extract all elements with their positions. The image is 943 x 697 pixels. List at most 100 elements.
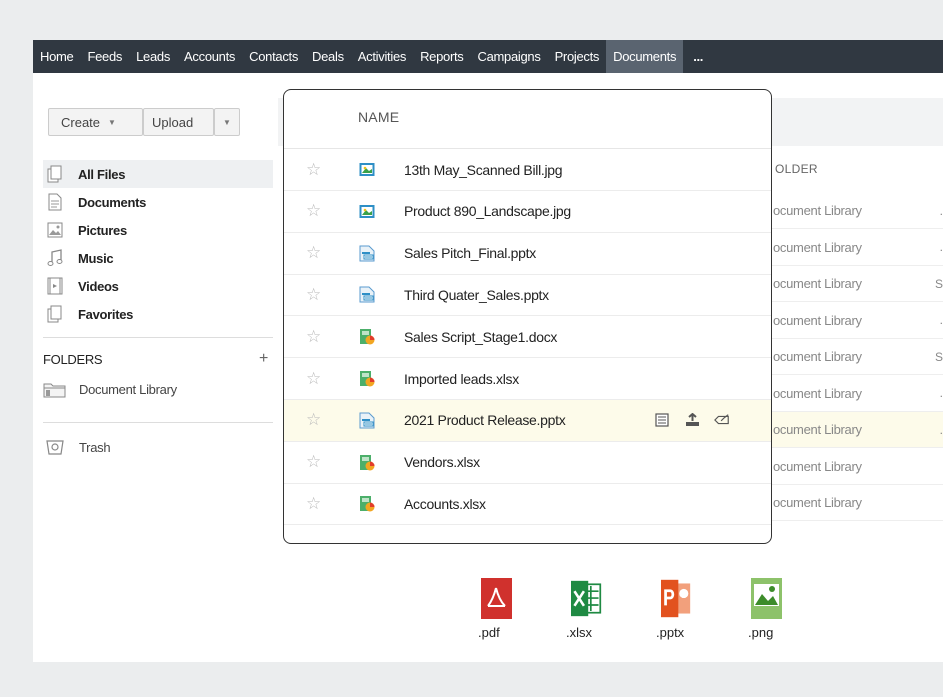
nav-item-documents[interactable]: Documents (606, 40, 684, 73)
upload-label: Upload (152, 114, 194, 130)
supported-file-types: .pdf .xlsx .pptx .png (478, 578, 838, 658)
file-row[interactable]: ☆ Product 890_Landscape.jpg (284, 191, 771, 233)
folder-cell: ocument Library (773, 422, 862, 437)
folder-icon (43, 383, 66, 398)
nav-item-accounts[interactable]: Accounts (177, 40, 242, 73)
file-list-card: NAME ☆ 13th May_Scanned Bill.jpg ☆ Product … (283, 89, 772, 544)
nav-item-leads[interactable]: Leads (129, 40, 177, 73)
create-label: Create (61, 114, 101, 130)
name-column-header[interactable]: NAME (358, 109, 399, 125)
sidebar-item-label: Music (78, 250, 114, 266)
file-row[interactable]: ☆ Sales Script_Stage1.docx (284, 316, 771, 359)
star-icon[interactable]: ☆ (306, 243, 321, 263)
sidebar-item-label: Pictures (78, 222, 127, 238)
sidebar-item-label: Documents (78, 194, 147, 210)
document-icon (46, 193, 64, 211)
sidebar-item-all-files[interactable]: All Files (43, 160, 273, 188)
star-icon[interactable]: ☆ (306, 452, 321, 472)
file-type-png: .png (748, 578, 838, 658)
trailing-cell: S (934, 349, 943, 364)
folder-cell: ocument Library (773, 276, 862, 291)
upload-menu-button[interactable]: ▼ (214, 108, 240, 136)
folder-cell: ocument Library (773, 239, 862, 255)
folder-cell: ocument Library (773, 203, 862, 218)
nav-item-feeds[interactable]: Feeds (80, 40, 129, 73)
sidebar-item-music[interactable]: Music (43, 244, 273, 272)
spreadsheet-file-icon (359, 370, 375, 387)
sidebar-item-label: Favorites (78, 306, 134, 322)
sidebar-item-videos[interactable]: Videos (43, 272, 273, 300)
favorites-icon (46, 305, 64, 323)
sidebar-item-pictures[interactable]: Pictures (43, 216, 273, 244)
sidebar-item-documents[interactable]: Documents (43, 188, 273, 216)
trailing-cell: . (939, 422, 943, 437)
trash-icon (46, 440, 64, 455)
star-icon[interactable]: ☆ (306, 201, 321, 221)
details-icon[interactable] (654, 412, 670, 428)
nav-item-activities[interactable]: Activities (351, 40, 413, 73)
folders-label: FOLDERS (43, 352, 103, 367)
file-row[interactable]: ☆ 2021 Product Release.pptx (284, 399, 771, 442)
file-extension-label: .pptx (656, 625, 685, 640)
trailing-cell: . (939, 313, 943, 327)
top-navigation: Home Feeds Leads Accounts Contacts Deals Activ… (33, 40, 943, 73)
file-name[interactable]: Sales Pitch_Final.pptx (404, 245, 536, 261)
file-name[interactable]: Product 890_Landscape.jpg (404, 203, 571, 219)
share-icon[interactable] (684, 412, 700, 428)
spreadsheet-file-icon (359, 495, 375, 512)
star-icon[interactable]: ☆ (306, 369, 321, 389)
presentation-file-icon (359, 412, 375, 429)
file-type-pptx: .pptx (656, 578, 748, 658)
file-row[interactable]: ☆ Imported leads.xlsx (284, 358, 771, 400)
star-icon[interactable]: ☆ (306, 160, 321, 180)
folders-header: FOLDERS + (43, 351, 268, 368)
tag-icon[interactable] (714, 412, 730, 428)
nav-item-contacts[interactable]: Contacts (242, 40, 305, 73)
sidebar-item-trash[interactable]: Trash (43, 438, 111, 456)
file-list-header: NAME (284, 90, 771, 149)
file-name[interactable]: Accounts.xlsx (404, 496, 486, 512)
star-icon[interactable]: ☆ (306, 494, 321, 514)
row-actions (654, 412, 730, 428)
powerpoint-icon (661, 578, 692, 619)
spreadsheet-file-icon (359, 454, 375, 471)
chevron-down-icon: ▼ (223, 117, 231, 127)
chevron-down-icon: ▼ (108, 117, 116, 127)
trailing-cell: S (934, 276, 943, 291)
add-folder-button[interactable]: + (259, 351, 268, 367)
file-name[interactable]: Sales Script_Stage1.docx (404, 329, 557, 345)
nav-item-more[interactable]: ... (683, 40, 710, 73)
nav-item-campaigns[interactable]: Campaigns (471, 40, 548, 73)
sidebar-item-favorites[interactable]: Favorites (43, 300, 273, 328)
excel-icon (571, 578, 602, 619)
file-name[interactable]: Imported leads.xlsx (404, 371, 519, 387)
file-extension-label: .pdf (478, 625, 500, 640)
file-row[interactable]: ☆ 13th May_Scanned Bill.jpg (284, 149, 771, 191)
sidebar-item-document-library[interactable]: Document Library (43, 380, 177, 398)
file-row[interactable]: ☆ Vendors.xlsx (284, 442, 771, 484)
upload-button[interactable]: Upload (143, 108, 214, 136)
star-icon[interactable]: ☆ (306, 285, 321, 305)
nav-item-projects[interactable]: Projects (548, 40, 607, 73)
star-icon[interactable]: ☆ (306, 410, 321, 430)
nav-item-home[interactable]: Home (33, 40, 80, 73)
file-extension-label: .png (748, 625, 774, 640)
sidebar-item-label: Videos (78, 278, 119, 294)
folder-cell: ocument Library (773, 312, 862, 328)
trailing-cell: . (939, 386, 943, 400)
folder-cell: ocument Library (773, 495, 862, 510)
file-name[interactable]: Third Quater_Sales.pptx (404, 287, 549, 303)
nav-item-reports[interactable]: Reports (413, 40, 470, 73)
file-name[interactable]: 13th May_Scanned Bill.jpg (404, 162, 563, 178)
file-row[interactable]: ☆ Accounts.xlsx (284, 483, 771, 526)
presentation-file-icon (359, 286, 375, 303)
video-icon (46, 277, 64, 295)
nav-item-deals[interactable]: Deals (305, 40, 351, 73)
file-name[interactable]: 2021 Product Release.pptx (404, 412, 566, 428)
file-row[interactable]: ☆ Third Quater_Sales.pptx (284, 274, 771, 317)
file-row[interactable]: ☆ Sales Pitch_Final.pptx (284, 233, 771, 275)
sidebar-file-categories: All Files Documents Pictures Music Videos Fav… (43, 160, 273, 328)
create-button[interactable]: Create ▼ (48, 108, 143, 136)
file-name[interactable]: Vendors.xlsx (404, 454, 480, 470)
star-icon[interactable]: ☆ (306, 327, 321, 347)
